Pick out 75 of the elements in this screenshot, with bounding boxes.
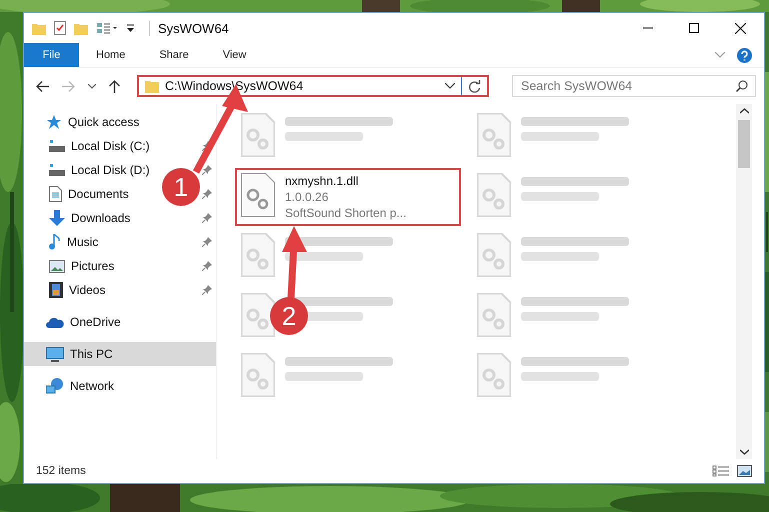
computer-icon	[46, 346, 64, 362]
cloud-icon	[46, 316, 64, 328]
callout-badge	[270, 297, 308, 335]
blurred-file-icon	[477, 293, 511, 337]
file-item[interactable]: nxmyshn.1.dll 1.0.0.26 SoftSound Shorten p...	[235, 168, 461, 226]
pin-icon[interactable]	[202, 165, 212, 175]
file-detail: SoftSound Shorten p...	[285, 205, 406, 221]
ribbon-tab[interactable]: Home	[79, 43, 142, 67]
ribbon-tab[interactable]: Share	[142, 43, 206, 67]
blurred-file-icon	[477, 173, 511, 217]
blurred-file-icon	[241, 233, 275, 277]
callout-number: 1	[174, 172, 188, 202]
view-options-icon[interactable]	[96, 22, 118, 34]
nav-item[interactable]: Local Disk (D:)	[24, 158, 154, 182]
blurred-file-icon	[477, 353, 511, 397]
file-name: nxmyshn.1.dll	[285, 173, 360, 189]
pictures-icon	[49, 260, 65, 272]
pin-icon[interactable]	[202, 261, 212, 271]
pin-icon[interactable]	[202, 237, 212, 247]
blurred-file-icon	[477, 233, 511, 277]
customize-toolbar-icon[interactable]	[126, 24, 135, 32]
maximize-icon[interactable]	[689, 23, 699, 33]
nav-item[interactable]: Pictures	[24, 254, 118, 278]
ribbon-tab[interactable]: View	[206, 43, 264, 67]
document-icon	[49, 186, 62, 202]
window-title: SysWOW64	[149, 20, 229, 36]
nav-item[interactable]: Music	[24, 230, 102, 254]
search-icon[interactable]	[736, 80, 748, 92]
properties-icon[interactable]	[54, 21, 66, 35]
nav-item[interactable]: Documents	[24, 182, 133, 206]
address-bar[interactable]: C:\Windows\SysWOW64	[137, 75, 489, 97]
pin-icon[interactable]	[202, 285, 212, 295]
recent-locations-icon[interactable]	[88, 84, 96, 88]
file-detail: 1.0.0.26	[285, 189, 330, 205]
drive-icon	[49, 139, 65, 153]
nav-item[interactable]: Quick access	[24, 110, 216, 134]
nav-item[interactable]: OneDrive	[24, 310, 216, 334]
callout-number: 2	[282, 301, 296, 331]
music-note-icon	[49, 234, 61, 250]
blurred-file-icon	[241, 353, 275, 397]
refresh-icon[interactable]	[468, 80, 481, 92]
close-icon[interactable]	[735, 22, 746, 34]
ribbon-tab[interactable]: File	[24, 43, 79, 67]
large-icons-view-icon[interactable]	[737, 465, 752, 477]
film-icon	[49, 282, 63, 298]
folder-icon	[145, 80, 159, 92]
address-path: C:\Windows\SysWOW64	[165, 79, 304, 93]
download-icon	[49, 210, 65, 226]
network-icon	[46, 378, 64, 394]
blurred-file-icon	[241, 293, 275, 337]
search-field[interactable]: Search SysWOW64	[512, 75, 756, 97]
blurred-file-icon	[477, 113, 511, 157]
help-icon[interactable]	[737, 48, 752, 62]
callout-badge	[162, 168, 200, 206]
details-view-icon[interactable]	[712, 465, 729, 477]
nav-item[interactable]: Network	[24, 374, 216, 398]
nav-item[interactable]: Downloads	[24, 206, 134, 230]
scrollbar[interactable]	[736, 104, 752, 459]
item-count: 152 items	[36, 465, 86, 477]
scrollbar-thumb[interactable]	[738, 120, 750, 168]
dll-file-icon	[241, 173, 275, 217]
expand-ribbon-icon[interactable]	[715, 52, 725, 58]
nav-item[interactable]: This PC	[24, 342, 216, 366]
drive-icon	[49, 163, 65, 177]
pin-icon[interactable]	[202, 189, 212, 199]
back-icon[interactable]	[36, 80, 49, 92]
dropdown-icon[interactable]	[445, 83, 455, 89]
scroll-down-icon[interactable]	[740, 449, 748, 455]
blurred-file-icon	[241, 113, 275, 157]
star-icon	[46, 114, 62, 130]
pin-icon[interactable]	[202, 213, 212, 223]
nav-item[interactable]: Local Disk (C:)	[24, 134, 154, 158]
scroll-up-icon[interactable]	[740, 108, 748, 114]
nav-item[interactable]: Videos	[24, 278, 110, 302]
up-icon[interactable]	[109, 80, 120, 92]
